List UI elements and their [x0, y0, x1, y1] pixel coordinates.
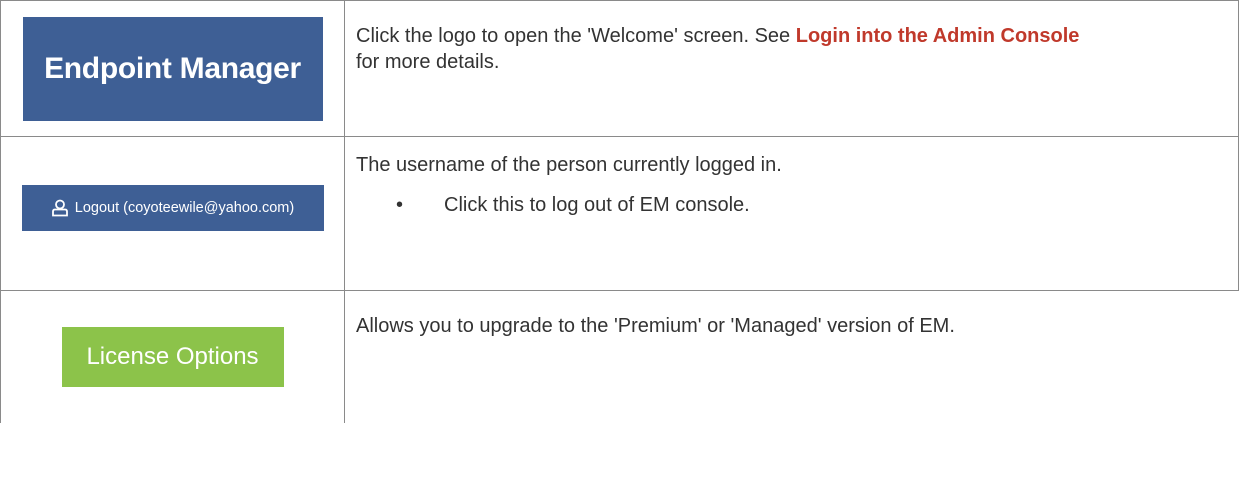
- row-2-text: The username of the person currently log…: [356, 154, 782, 176]
- bullet-text: Click this to log out of EM console.: [444, 194, 750, 216]
- feature-table: Endpoint Manager Click the logo to open …: [0, 0, 1239, 423]
- row-2-description: The username of the person currently log…: [346, 152, 1238, 218]
- row-3-image-cell: License Options: [1, 212, 344, 502]
- bullet: •: [396, 194, 404, 216]
- list-item: • Click this to log out of EM console.: [356, 192, 1238, 218]
- license-options-button[interactable]: License Options: [61, 327, 284, 387]
- row-1-text: Click the logo to open the 'Welcome' scr…: [356, 25, 796, 47]
- login-admin-console-link[interactable]: Login into the Admin Console: [796, 25, 1080, 47]
- row-1-image-cell: Endpoint Manager: [1, 1, 344, 136]
- row-3-description: Allows you to upgrade to the 'Premium' o…: [346, 313, 1238, 339]
- row-1-description: Click the logo to open the 'Welcome' scr…: [346, 23, 1238, 75]
- row-3-text: Allows you to upgrade to the 'Premium' o…: [356, 315, 955, 337]
- license-options-label: License Options: [86, 343, 259, 370]
- row-1-text-continued: for more details.: [356, 51, 500, 73]
- logo-text: Endpoint Manager: [44, 51, 301, 85]
- table-column-divider: [344, 0, 345, 423]
- endpoint-manager-logo[interactable]: Endpoint Manager: [22, 16, 323, 121]
